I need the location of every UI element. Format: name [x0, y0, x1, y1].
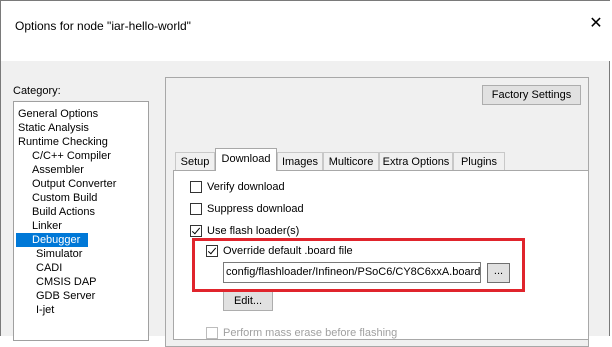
verify-download-label: Verify download — [207, 181, 285, 193]
edit-button[interactable]: Edit... — [223, 291, 273, 311]
category-item-general-options[interactable]: General Options — [14, 107, 98, 121]
category-item-cadi[interactable]: CADI — [14, 261, 62, 275]
board-file-path-field[interactable]: config/flashloader/Infineon/PSoC6/CY8C6x… — [223, 262, 481, 283]
category-item-gdb-server[interactable]: GDB Server — [14, 289, 95, 303]
category-item-build-actions[interactable]: Build Actions — [14, 205, 95, 219]
override-board-file-label: Override default .board file — [223, 245, 353, 257]
mass-erase-box — [206, 327, 218, 339]
browse-button[interactable]: ... — [487, 263, 510, 283]
title-bar: Options for node "iar-hello-world" ✕ — [1, 1, 611, 61]
suppress-download-box[interactable] — [190, 203, 202, 215]
category-item-i-jet[interactable]: I-jet — [14, 303, 54, 317]
category-item-assembler[interactable]: Assembler — [14, 163, 84, 177]
mass-erase-label: Perform mass erase before flashing — [223, 327, 398, 339]
tab-images[interactable]: Images — [277, 152, 323, 170]
close-icon[interactable]: ✕ — [586, 14, 606, 34]
category-item-static-analysis[interactable]: Static Analysis — [14, 121, 89, 135]
category-item-custom-build[interactable]: Custom Build — [14, 191, 97, 205]
suppress-download-label: Suppress download — [207, 203, 304, 215]
category-item-output-converter[interactable]: Output Converter — [14, 177, 116, 191]
tab-multicore[interactable]: Multicore — [323, 152, 379, 170]
factory-settings-button[interactable]: Factory Settings — [482, 85, 581, 105]
category-item-simulator[interactable]: Simulator — [14, 247, 82, 261]
category-item-c-c-compiler[interactable]: C/C++ Compiler — [14, 149, 111, 163]
tab-plugins[interactable]: Plugins — [453, 152, 505, 170]
tab-download[interactable]: Download — [215, 148, 277, 171]
category-list[interactable]: General Options Static Analysis Runtime Ch… — [13, 101, 149, 341]
category-item-debugger[interactable]: Debugger — [16, 233, 88, 247]
verify-download-box[interactable] — [190, 181, 202, 193]
category-item-linker[interactable]: Linker — [14, 219, 62, 233]
category-item-runtime-checking[interactable]: Runtime Checking — [14, 135, 108, 149]
category-item-cmsis-dap[interactable]: CMSIS DAP — [14, 275, 97, 289]
options-dialog: Options for node "iar-hello-world" ✕ Cat… — [0, 0, 611, 347]
window-title: Options for node "iar-hello-world" — [15, 19, 191, 33]
override-board-file-box[interactable] — [206, 245, 218, 257]
use-flash-loaders-box[interactable] — [190, 225, 202, 237]
use-flash-loaders-label: Use flash loader(s) — [207, 225, 300, 237]
tab-setup[interactable]: Setup — [175, 152, 215, 170]
category-label: Category: — [13, 85, 61, 97]
tab-extra-options[interactable]: Extra Options — [379, 152, 453, 170]
